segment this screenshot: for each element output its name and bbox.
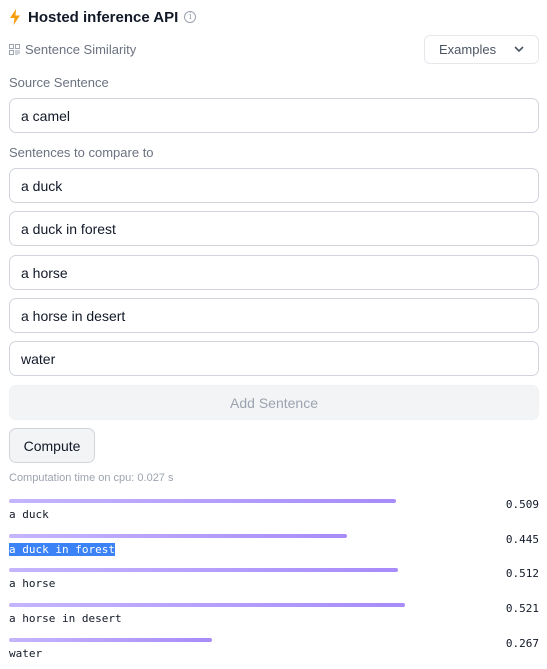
info-icon[interactable]: i [184,11,197,23]
result-label: a horse in desert [9,612,122,625]
examples-dropdown[interactable]: Examples [424,35,539,64]
score-bar [9,568,398,572]
source-sentence-label: Source Sentence [9,75,109,90]
result-score: 0.509 [505,498,539,511]
result-label: water [9,647,43,660]
result-row: water 0.267 [9,637,539,664]
lightning-icon [10,9,20,25]
compare-sentence-input[interactable]: a duck in forest [9,211,539,246]
result-score: 0.267 [505,637,539,650]
source-sentence-input[interactable]: a camel [9,98,539,133]
result-row: a duck in forest 0.445 [9,533,539,560]
score-bar [9,534,347,538]
widget-title: Hosted inference API [28,8,179,26]
result-score: 0.445 [505,533,539,546]
sentence-similarity-icon [9,43,20,55]
result-score: 0.521 [505,602,539,615]
score-bar [9,638,212,642]
examples-label: Examples [439,42,497,57]
result-row: a duck 0.509 [9,498,539,525]
compute-button[interactable]: Compute [9,428,95,463]
result-label: a horse [9,577,56,590]
task-label: Sentence Similarity [25,41,137,57]
score-bar [9,499,396,503]
result-score: 0.512 [505,567,539,580]
compare-sentence-input[interactable]: a horse in desert [9,298,539,333]
compare-sentence-input[interactable]: water [9,341,539,376]
score-bar [9,603,405,607]
compare-sentence-input[interactable]: a horse [9,255,539,290]
result-label: a duck in forest [9,543,115,556]
compare-sentence-input[interactable]: a duck [9,168,539,203]
add-sentence-button[interactable]: Add Sentence [9,385,539,420]
chevron-down-icon [514,46,524,53]
result-row: a horse 0.512 [9,567,539,594]
computation-time: Computation time on cpu: 0.027 s [9,472,174,484]
result-row: a horse in desert 0.521 [9,602,539,629]
compare-sentences-label: Sentences to compare to [9,145,154,160]
widget-header: Hosted inference API i [9,7,197,27]
result-label: a duck [9,508,49,521]
task-type: Sentence Similarity [9,41,136,57]
